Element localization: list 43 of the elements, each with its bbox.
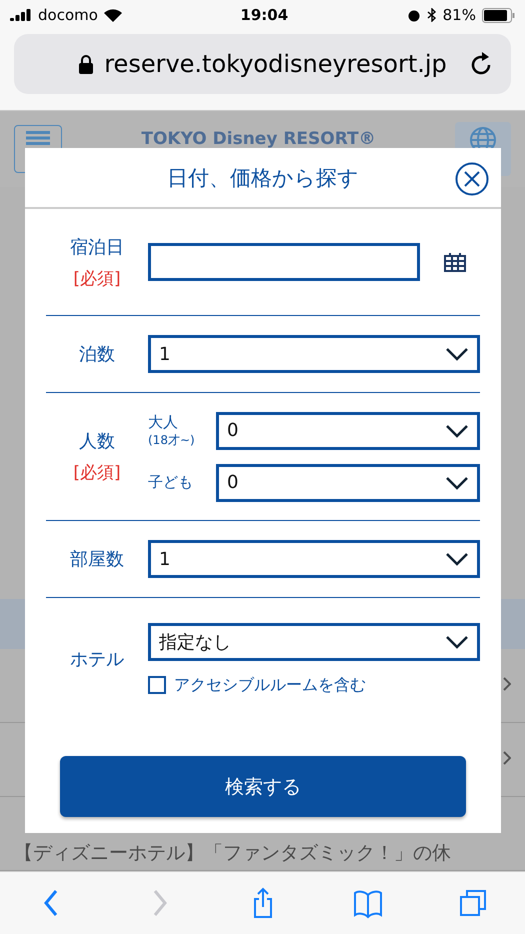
lock-icon — [78, 54, 94, 74]
tabs-icon[interactable] — [458, 887, 488, 919]
clock-time: 19:04 — [240, 6, 288, 24]
chevron-right-icon — [503, 676, 511, 690]
select-field[interactable]: 1 — [148, 540, 480, 578]
field-label: 人数 — [79, 430, 115, 453]
chevron-down-icon — [445, 476, 469, 490]
age-note: (18才~) — [148, 432, 196, 448]
carrier-name: docomo — [38, 6, 98, 24]
field-label: ホテル — [70, 648, 124, 671]
sub-label: 大人 — [148, 412, 179, 432]
search-button[interactable]: 検索する — [60, 756, 466, 817]
chevron-down-icon — [445, 347, 469, 361]
date-input[interactable] — [148, 243, 420, 281]
checkbox[interactable] — [148, 676, 166, 694]
select-field[interactable]: 0 — [216, 412, 480, 450]
bluetooth-icon — [426, 8, 437, 22]
logo: TOKYO Disney RESORT® — [141, 129, 376, 149]
checkbox-label: アクセシブルルームを含む — [174, 674, 366, 696]
close-icon[interactable] — [455, 162, 489, 196]
required-label: [必須] — [73, 462, 121, 484]
chevron-right-icon — [503, 750, 511, 764]
required-label: [必須] — [73, 268, 121, 290]
field-label: 部屋数 — [70, 548, 124, 571]
select-field[interactable]: 1 — [148, 335, 480, 373]
select-field[interactable]: 0 — [216, 464, 480, 502]
battery-percentage: 81% — [442, 6, 476, 24]
calendar-icon[interactable] — [444, 252, 466, 272]
chevron-down-icon — [445, 634, 469, 648]
chevron-down-icon — [445, 552, 469, 566]
url-text: reserve.tokyodisneyresort.jp — [104, 50, 447, 78]
field-label: 泊数 — [79, 343, 115, 366]
reload-icon[interactable] — [469, 51, 493, 77]
address-bar[interactable]: reserve.tokyodisneyresort.jp — [14, 34, 511, 94]
signal-icon — [10, 9, 32, 21]
field-label: 宿泊日 — [70, 236, 124, 258]
select-field[interactable]: 指定なし — [148, 622, 480, 660]
wifi-icon — [104, 8, 122, 22]
sub-label: 子ども — [148, 473, 194, 492]
battery-icon — [482, 8, 515, 22]
menu-icon — [26, 131, 50, 145]
dialog-title: 日付、価格から探す — [167, 164, 359, 192]
chevron-down-icon — [445, 424, 469, 438]
